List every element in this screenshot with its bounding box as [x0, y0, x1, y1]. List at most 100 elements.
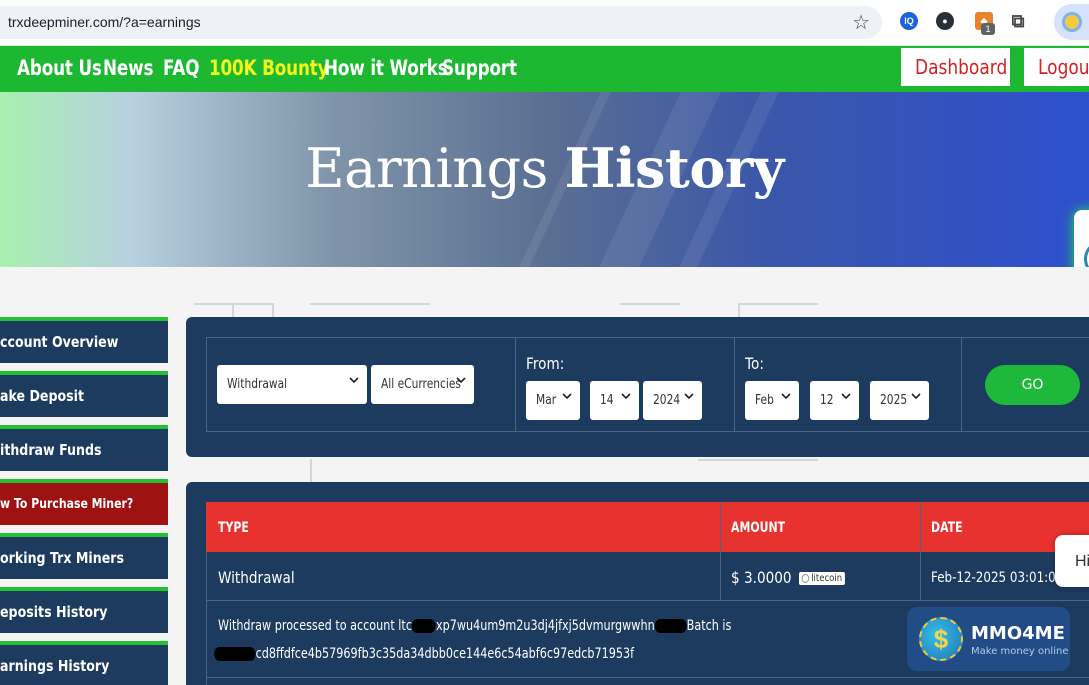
to-month-value: Feb [755, 393, 774, 408]
chevron-down-icon [911, 393, 921, 400]
logout-button[interactable]: Logout [1024, 48, 1089, 86]
sidebar-item-account-overview[interactable]: ccount Overview [0, 317, 168, 363]
sidebar-item-deposits-history[interactable]: eposits History [0, 587, 168, 633]
chevron-down-icon [456, 377, 466, 384]
sidebar-item-label: ccount Overview [0, 333, 119, 351]
chevron-down-icon [349, 377, 359, 384]
dashboard-label: Dashboard [915, 55, 1008, 79]
circuit-decoration [232, 303, 274, 317]
to-day-value: 12 [820, 393, 834, 408]
litecoin-badge-label: litecoin [811, 573, 843, 584]
row-type: Withdrawal [218, 568, 295, 587]
sidebar-item-earnings-history[interactable]: arnings History [0, 641, 168, 685]
sidebar-item-working-miners[interactable]: orking Trx Miners [0, 533, 168, 579]
page-title: Earnings History [0, 136, 1089, 200]
circuit-decoration [310, 303, 430, 305]
sidebar-item-label: ake Deposit [0, 387, 84, 405]
to-label: To: [745, 354, 764, 373]
from-year-select[interactable]: 2024 [643, 381, 702, 420]
row-detail-line1: Withdraw processed to account ltc xp7wu4u… [218, 618, 731, 634]
from-year-value: 2024 [653, 393, 681, 408]
address-bar[interactable]: trxdeepminer.com/?a=earnings ☆ [0, 6, 882, 39]
chevron-down-icon [841, 393, 851, 400]
detail-prefix: Withdraw processed to account ltc [218, 618, 412, 634]
go-button[interactable]: GO [985, 365, 1080, 405]
page-title-bold: History [564, 136, 784, 200]
to-month-select[interactable]: Feb [745, 381, 799, 420]
hero-banner: Earnings History [0, 92, 1089, 267]
watermark-subtitle: Make money online [971, 646, 1069, 657]
chevron-down-icon [781, 393, 791, 400]
redaction-mark [411, 619, 436, 633]
header-date: DATE [931, 520, 963, 536]
column-divider [920, 502, 921, 600]
extension-badge: 1 [981, 23, 995, 35]
from-day-value: 14 [600, 393, 614, 408]
to-day-select[interactable]: 12 [810, 381, 859, 420]
url-text: trxdeepminer.com/?a=earnings [8, 14, 201, 30]
dashboard-button[interactable]: Dashboard [901, 48, 1010, 86]
litecoin-badge: litecoin [799, 572, 845, 585]
sidebar-item-label: arnings History [0, 657, 110, 675]
row-divider [206, 677, 1089, 678]
sidebar-item-label: w To Purchase Miner? [0, 496, 134, 512]
type-select-value: Withdrawal [227, 377, 288, 392]
currency-select[interactable]: All eCurrencies [371, 365, 474, 404]
nav-how-it-works[interactable]: How it Works [324, 56, 448, 80]
chevron-down-icon [621, 393, 631, 400]
from-month-select[interactable]: Mar [526, 381, 580, 420]
from-day-select[interactable]: 14 [590, 381, 639, 420]
redaction-mark [654, 619, 687, 633]
to-year-value: 2025 [880, 393, 908, 408]
nav-news[interactable]: News [103, 56, 153, 80]
nav-support[interactable]: Support [442, 56, 517, 80]
detail-batch-id: cd8ffdfce4b57969fb3c35da34dbb0ce144e6c54… [255, 646, 635, 662]
to-year-select[interactable]: 2025 [870, 381, 929, 420]
redaction-mark [214, 647, 256, 661]
sidebar-item-label: eposits History [0, 603, 108, 621]
currency-select-value: All eCurrencies [381, 377, 461, 392]
page: trxdeepminer.com/?a=earnings ☆ IQ ● ◆ 1 … [0, 0, 1089, 685]
circuit-decoration [698, 459, 818, 461]
from-month-value: Mar [536, 393, 557, 408]
litecoin-icon [801, 573, 810, 583]
chevron-down-icon [684, 393, 694, 400]
detail-batch-label: Batch is [686, 618, 732, 634]
column-divider [206, 552, 207, 685]
chevron-down-icon [562, 393, 572, 400]
type-select[interactable]: Withdrawal [217, 365, 367, 404]
circuit-decoration [620, 303, 680, 305]
nav-faq[interactable]: FAQ [163, 56, 200, 80]
logout-label: Logout [1038, 55, 1089, 79]
row-detail-line2: cd8ffdfce4b57969fb3c35da34dbb0ce144e6c54… [214, 646, 634, 662]
sidebar-item-make-deposit[interactable]: ake Deposit [0, 371, 168, 417]
sidebar-item-label: ithdraw Funds [0, 441, 102, 459]
circuit-decoration [738, 303, 818, 317]
extension-iq-icon[interactable]: IQ [900, 12, 918, 30]
header-amount: AMOUNT [731, 520, 786, 536]
avatar-icon [1062, 12, 1082, 32]
from-label: From: [526, 354, 565, 373]
chat-tooltip[interactable]: Hi [1055, 535, 1089, 587]
bookmark-star-icon[interactable]: ☆ [852, 10, 870, 35]
nav-bounty[interactable]: 100K Bounty [209, 56, 329, 80]
profile-avatar[interactable] [1054, 4, 1089, 40]
sidebar-item-purchase-miner[interactable]: w To Purchase Miner? [0, 479, 168, 525]
extensions-puzzle-icon[interactable]: ⧉ [1009, 11, 1027, 31]
row-divider [206, 600, 1089, 601]
sidebar-item-withdraw-funds[interactable]: ithdraw Funds [0, 425, 168, 471]
main-nav: About Us News FAQ 100K Bounty How it Wor… [0, 46, 1089, 92]
page-title-light: Earnings [305, 137, 548, 200]
watermark-title: MMO4ME [971, 623, 1065, 644]
row-amount: $ 3.0000 litecoin [731, 568, 845, 587]
browser-toolbar: trxdeepminer.com/?a=earnings ☆ IQ ● ◆ 1 … [0, 0, 1089, 46]
circuit-decoration [310, 459, 312, 483]
mmo4me-watermark: $ MMO4ME Make money online [907, 607, 1070, 671]
extension-chat-icon[interactable]: ● [936, 12, 954, 30]
table-header: TYPE AMOUNT DATE [206, 502, 1089, 552]
nav-about-us[interactable]: About Us [17, 56, 102, 80]
header-type: TYPE [218, 520, 249, 536]
column-divider [720, 502, 721, 600]
detail-address: xp7wu4um9m2u3dj4jfxj5dvmurgwwhn [435, 618, 655, 634]
amount-value: $ 3.0000 [731, 568, 792, 587]
